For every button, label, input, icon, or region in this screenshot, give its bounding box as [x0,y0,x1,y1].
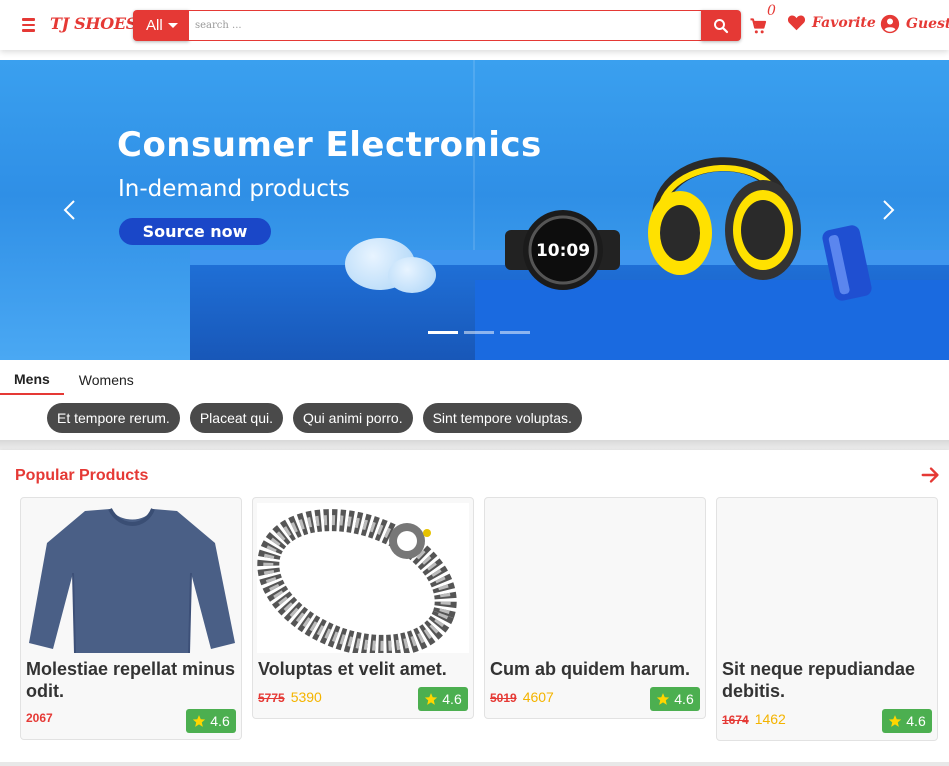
arrow-right-icon[interactable] [920,464,942,486]
guest-label: Guest [906,16,949,32]
product-image [489,503,701,653]
search-input[interactable] [189,10,701,41]
product-old-price: 5775 [258,691,285,705]
rating-badge: 4.6 [650,687,700,711]
product-price: 2067 [26,711,53,725]
headphones-image [648,157,801,280]
star-icon [193,715,206,727]
section-title: Popular Products [15,467,149,484]
carousel-dot[interactable] [500,331,530,334]
product-prices: 1674 1462 [722,711,786,727]
rating-badge: 4.6 [186,709,236,733]
brand-logo[interactable]: TJ SHOES [50,14,137,33]
rating-value: 4.6 [442,691,462,707]
carousel-dot[interactable] [428,331,458,334]
cart-count-badge: 0 [767,3,776,19]
gender-tabs: Mens Womens [0,365,149,395]
product-price: 5390 [290,689,322,705]
product-card[interactable]: Voluptas et velit amet. 5775 5390 4.6 [252,497,474,719]
rating-badge: 4.6 [882,709,932,733]
rating-value: 4.6 [210,713,230,729]
search-icon [714,18,729,33]
product-image [25,503,237,653]
top-bar: TJ SHOES All 0 Favorite Guest [0,0,949,50]
popular-products-section: Popular Products Molestiae repellat minu… [0,450,949,762]
category-chip[interactable]: Placeat qui. [189,403,283,433]
product-prices: 5019 4607 [490,689,554,705]
search-button[interactable] [701,10,741,41]
smartwatch-image: 10:09 [505,210,620,290]
banner-subtitle: In-demand products [118,176,350,202]
category-chips: Et tempore rerum. Placeat qui. Qui animi… [47,403,582,433]
product-old-price: 1674 [722,713,749,727]
carousel-next-icon[interactable] [875,198,899,222]
account-circle-icon [880,14,900,34]
hamburger-menu-icon[interactable] [18,14,40,36]
bracelet-image [257,509,457,653]
product-old-price: 5019 [490,691,517,705]
star-icon [657,693,670,705]
product-name: Voluptas et velit amet. [258,659,447,679]
product-price: 4607 [522,689,554,705]
page-bottom-divider [0,762,949,766]
rating-value: 4.6 [906,713,926,729]
product-prices: 5775 5390 [258,689,322,705]
category-select[interactable]: All [133,10,189,41]
section-separator [0,440,949,450]
rating-badge: 4.6 [418,687,468,711]
powerbank-image [822,225,872,301]
product-card[interactable]: Sit neque repudiandae debitis. 1674 1462… [716,497,938,741]
category-chip[interactable]: Sint tempore voluptas. [422,403,582,433]
account-button[interactable]: Guest [880,14,949,34]
product-name: Cum ab quidem harum. [490,659,691,679]
balloon-decoration [388,257,436,293]
product-image [257,503,469,653]
heart-icon [787,15,806,31]
carousel-prev-icon[interactable] [59,198,83,222]
product-card[interactable]: Molestiae repellat minus odit. 2067 4.6 [20,497,242,740]
favorite-button[interactable]: Favorite [787,14,876,31]
category-select-label: All [146,17,163,34]
product-image [721,503,933,653]
watch-time-text: 10:09 [536,241,590,261]
rating-value: 4.6 [674,691,694,707]
star-icon [889,715,902,727]
source-now-button[interactable]: Source now [119,218,271,245]
cart-icon[interactable] [748,16,768,36]
product-name: Molestiae repellat minus odit. [26,659,236,701]
caret-down-icon [167,23,178,28]
hero-carousel[interactable]: Consumer Electronics In-demand products … [0,60,949,360]
category-chip[interactable]: Et tempore rerum. [47,403,180,433]
tab-womens[interactable]: Womens [64,365,149,395]
product-card[interactable]: Cum ab quidem harum. 5019 4607 4.6 [484,497,706,719]
favorite-label: Favorite [812,14,876,31]
sweater-image [29,507,235,653]
carousel-indicators [428,331,530,334]
product-name: Sit neque repudiandae debitis. [722,659,916,701]
banner-title: Consumer Electronics [117,125,542,165]
star-icon [425,693,438,705]
product-prices: 2067 [26,711,53,725]
tab-mens[interactable]: Mens [0,365,64,395]
product-price: 1462 [754,711,786,727]
carousel-dot[interactable] [464,331,494,334]
category-chip[interactable]: Qui animi porro. [293,403,413,433]
